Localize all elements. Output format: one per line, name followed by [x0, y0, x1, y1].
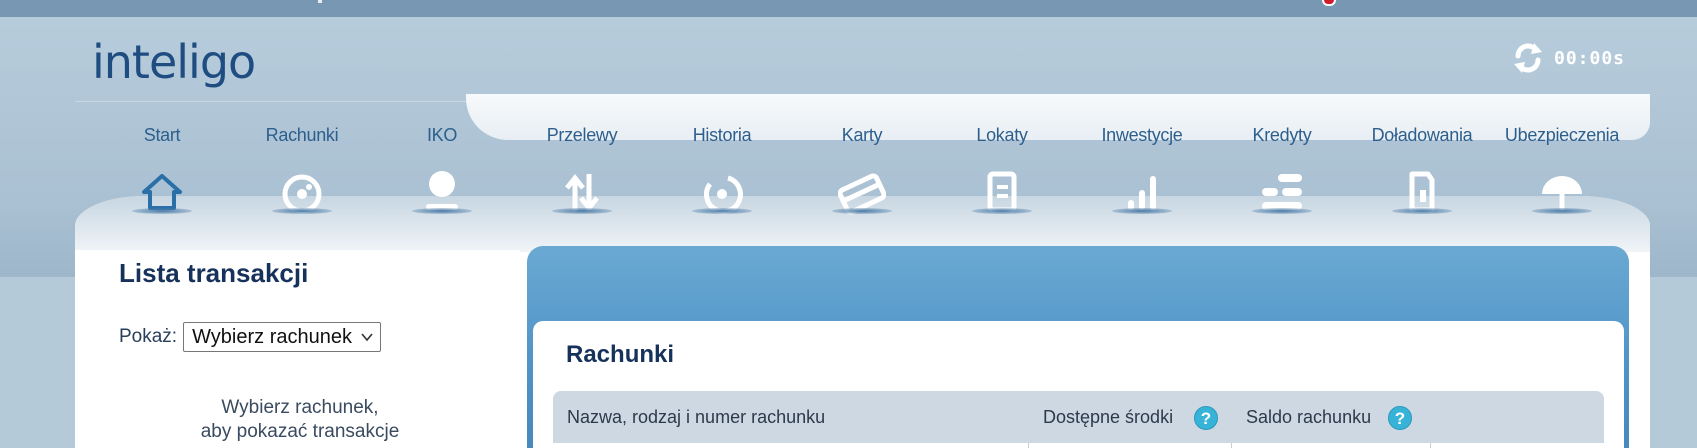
logo[interactable]: inteligo	[92, 34, 256, 90]
nav-item-start[interactable]: Start	[92, 122, 232, 222]
column-header-balance: Saldo rachunku	[1246, 407, 1372, 427]
nav-label: Doładowania	[1371, 125, 1473, 145]
help-icon[interactable]: ?	[1194, 406, 1218, 430]
account-filter: Pokaż: Wybierz rachunek	[119, 322, 381, 352]
column-separator	[1231, 443, 1232, 448]
nav-label: Rachunki	[265, 125, 339, 145]
refresh-icon[interactable]	[1510, 40, 1546, 76]
nav-label: Przelewy	[546, 125, 618, 145]
account-filter-label: Pokaż:	[119, 326, 178, 347]
nav-item-lokaty[interactable]: Lokaty	[932, 122, 1072, 222]
nav-item-karty[interactable]: Karty	[792, 122, 932, 222]
nav-shadow	[1112, 208, 1172, 214]
transactions-title: Lista transakcji	[119, 258, 309, 288]
accounts-card: Rachunki Nazwa, rodzaj i numer rachunku …	[533, 321, 1624, 448]
column-separator	[1028, 443, 1029, 448]
session-timer: 00:00s	[1510, 40, 1625, 76]
nav-shadow	[1252, 208, 1312, 214]
nav-label: Lokaty	[976, 125, 1028, 145]
nav-item-kredyty[interactable]: Kredyty	[1212, 122, 1352, 222]
logo-text: inteligo	[92, 35, 256, 89]
account-select-value: Wybierz rachunek	[192, 325, 352, 348]
nav-label: IKO	[426, 125, 458, 145]
nav-label: Ubezpieczenia	[1504, 125, 1620, 145]
column-header-available: Dostępne środki	[1043, 407, 1174, 427]
nav-shadow	[1392, 208, 1452, 214]
nav-shadow	[1532, 208, 1592, 214]
nav-shadow	[692, 208, 752, 214]
nav-item-historia[interactable]: Historia	[652, 122, 792, 222]
accounts-table-header: Nazwa, rodzaj i numer rachunku Dostępne …	[553, 391, 1604, 448]
transactions-panel: Lista transakcji Pokaż: Wybierz rachunek…	[75, 250, 520, 448]
nav-item-przelewy[interactable]: Przelewy	[512, 122, 652, 222]
nav-shadow	[832, 208, 892, 214]
nav-shadow	[972, 208, 1032, 214]
session-timer-value: 00:00s	[1554, 47, 1626, 69]
nav-item-ubezpieczenia[interactable]: Ubezpieczenia	[1492, 122, 1632, 222]
transactions-hint: Wybierz rachunek, aby pokazać transakcje	[165, 396, 435, 444]
top-strip	[0, 0, 1697, 17]
nav-shadow	[552, 208, 612, 214]
account-select[interactable]: Wybierz rachunek	[183, 322, 381, 352]
notification-dot[interactable]	[1322, 0, 1336, 6]
nav-shadow	[412, 208, 472, 214]
column-header-account: Nazwa, rodzaj i numer rachunku	[567, 407, 826, 427]
header-divider	[75, 101, 475, 102]
help-icon[interactable]: ?	[1388, 406, 1412, 430]
nav-item-iko[interactable]: IKO	[372, 122, 512, 222]
chevron-down-icon	[361, 333, 373, 342]
accounts-title: Rachunki	[566, 341, 675, 368]
nav-label: Historia	[692, 125, 752, 145]
nav-label: Start	[143, 125, 181, 145]
transactions-hint-line2: aby pokazać transakcje	[200, 421, 400, 442]
nav-shadow	[132, 208, 192, 214]
nav-label: Kredyty	[1252, 125, 1312, 145]
nav-item-doladowania[interactable]: Doładowania	[1352, 122, 1492, 222]
nav-shadow	[272, 208, 332, 214]
nav-label: Inwestycje	[1101, 125, 1183, 145]
nav-label: Karty	[841, 125, 883, 145]
column-separator	[1430, 443, 1431, 448]
transactions-hint-line1: Wybierz rachunek,	[221, 397, 379, 418]
nav-item-inwestycje[interactable]: Inwestycje	[1072, 122, 1212, 222]
nav-item-rachunki[interactable]: Rachunki	[232, 122, 372, 222]
top-strip-marker	[318, 0, 322, 3]
main-nav: Start Rachunki IKO Przelewy Historia Kar…	[92, 122, 1632, 222]
